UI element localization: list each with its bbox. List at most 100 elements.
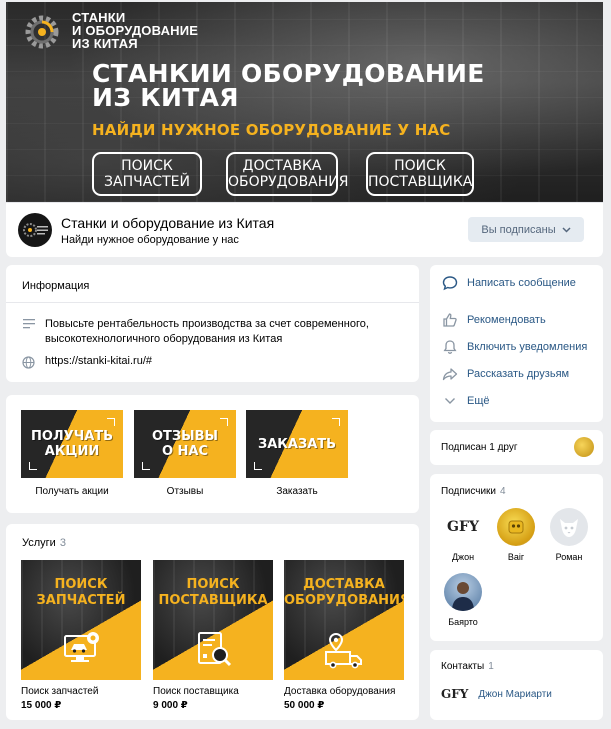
actions-card: Написать сообщение Рекомендовать Включит… <box>430 265 603 422</box>
info-card: Информация Повысьте рентабельность произ… <box>6 265 419 382</box>
services-title-text: Услуги <box>22 537 56 549</box>
promo-tile-text: ОТЗЫВЫ <box>151 429 218 444</box>
computer-car-icon <box>64 632 99 662</box>
chevron-down-icon <box>562 226 571 233</box>
divider <box>6 302 419 303</box>
robot-avatar-icon <box>508 520 524 534</box>
group-name: Станки и оборудование из Китая <box>61 215 275 231</box>
info-description: высокотехнологичного оборудования из Кит… <box>45 333 283 345</box>
subscribed-button-label: Вы подписаны <box>481 223 556 236</box>
subscriber-item[interactable]: Роман <box>547 508 591 562</box>
contacts-title-text: Контакты <box>441 661 485 672</box>
recommend-button[interactable]: Рекомендовать <box>441 311 546 329</box>
delivery-truck-icon <box>325 632 362 669</box>
subscriber-item[interactable]: GFY Джон <box>441 508 485 562</box>
cover-button-line: ПОИСК <box>121 158 173 174</box>
cover-button-supplier[interactable]: ПОИСК ПОСТАВЩИКА <box>366 152 474 196</box>
person-avatar-icon <box>452 582 474 611</box>
write-message-label: Написать сообщение <box>467 277 576 289</box>
cover-button-line: ПОСТАВЩИКА <box>368 174 473 190</box>
cover-title-line: ИЗ КИТАЯ <box>92 83 239 112</box>
subscriber-name: Баярто <box>448 617 478 627</box>
promo-tile-reviews[interactable]: ОТЗЫВЫ О НАС <box>134 410 236 478</box>
service-label-parts[interactable]: Поиск запчастей <box>21 686 98 697</box>
subscribers-count: 4 <box>500 486 506 497</box>
cover-button-line: ЗАПЧАСТЕЙ <box>104 174 190 190</box>
group-avatar-logo-icon <box>23 223 48 237</box>
service-price-delivery: 50 000 ₽ <box>284 700 325 711</box>
gear-logo-icon <box>25 15 59 49</box>
message-bubble-icon <box>442 276 458 291</box>
enable-notifications-label: Включить уведомления <box>467 341 588 353</box>
service-tile-delivery[interactable]: ДОСТАВКА ОБОРУДОВАНИЯ <box>284 560 404 680</box>
cover-title: СТАНКИИ ОБОРУДОВАНИЕ ИЗ КИТАЯ <box>92 61 485 112</box>
promo-label-get-offers[interactable]: Получать акции <box>21 486 123 497</box>
cover-button-line: ДОСТАВКА <box>242 158 322 174</box>
subscriber-item[interactable]: Baiг <box>494 508 538 562</box>
share-button[interactable]: Рассказать друзьям <box>441 365 569 383</box>
cover-button-line: ПОИСК <box>394 158 446 174</box>
promo-tile-text: АКЦИИ <box>44 444 100 459</box>
gfy-logo: GFY <box>447 519 479 535</box>
service-label-delivery[interactable]: Доставка оборудования <box>284 686 395 697</box>
group-status: Найди нужное оборудование у нас <box>61 234 239 246</box>
thumbs-up-icon <box>443 313 457 327</box>
promo-label-reviews[interactable]: Отзывы <box>134 486 236 497</box>
enable-notifications-button[interactable]: Включить уведомления <box>441 338 587 356</box>
info-description: Повысьте рентабельность производства за … <box>45 318 369 330</box>
info-title: Информация <box>22 280 90 292</box>
group-header: Станки и оборудование из Китая Найди нуж… <box>6 202 603 257</box>
avatar <box>444 573 482 611</box>
contacts-count: 1 <box>488 661 494 672</box>
subscribers-title-text: Подписчики <box>441 486 497 497</box>
cover-subtitle: НАЙДИ НУЖНОЕ ОБОРУДОВАНИЕ У НАС <box>92 121 451 139</box>
chevron-down-icon <box>445 398 455 404</box>
services-card: Услуги 3 ПОИСК ЗАПЧАСТЕЙ Поиск запчастей … <box>6 524 419 720</box>
subscriber-item[interactable]: Баярто <box>441 573 485 627</box>
service-price-parts: 15 000 ₽ <box>21 700 62 711</box>
service-tile-supplier[interactable]: ПОИСК ПОСТАВЩИКА <box>153 560 273 680</box>
contacts-card: Контакты 1 GFY Джон Мариарти <box>430 650 603 720</box>
cover-logo-line: ИЗ КИТАЯ <box>72 36 138 51</box>
service-tile-text: ПОСТАВЩИКА <box>158 593 268 608</box>
service-tile-parts[interactable]: ПОИСК ЗАПЧАСТЕЙ <box>21 560 141 680</box>
group-avatar[interactable] <box>18 213 52 247</box>
subscriber-name: Роман <box>555 552 583 562</box>
promo-tile-text: О НАС <box>161 444 209 459</box>
share-arrow-icon <box>442 368 458 381</box>
promo-tile-get-offers[interactable]: ПОЛУЧАТЬ АКЦИИ <box>21 410 123 478</box>
service-label-supplier[interactable]: Поиск поставщика <box>153 686 239 697</box>
cover-banner: СТАНКИ И ОБОРУДОВАНИЕ ИЗ КИТАЯ СТАНКИИ О… <box>6 2 603 202</box>
subscribed-friend-card[interactable]: Подписан 1 друг <box>430 430 603 465</box>
gfy-logo: GFY <box>441 687 469 701</box>
subscribed-friend-label: Подписан 1 друг <box>441 442 518 453</box>
promo-label-order[interactable]: Заказать <box>246 486 348 497</box>
contacts-title[interactable]: Контакты 1 <box>441 661 494 672</box>
avatar <box>497 508 535 546</box>
subscribed-button[interactable]: Вы подписаны <box>468 217 584 242</box>
promo-tile-text: ПОЛУЧАТЬ <box>30 429 114 444</box>
contact-item[interactable]: GFY Джон Мариарти <box>441 687 552 701</box>
promo-card: ПОЛУЧАТЬ АКЦИИ Получать акции ОТЗЫВЫ О Н… <box>6 395 419 513</box>
more-button[interactable]: Ещё <box>441 392 490 410</box>
service-tile-text: ПОИСК <box>54 577 108 592</box>
cover-button-parts[interactable]: ПОИСК ЗАПЧАСТЕЙ <box>92 152 202 196</box>
service-tile-text: ПОИСК <box>186 577 240 592</box>
write-message-button[interactable]: Написать сообщение <box>441 274 576 292</box>
services-count: 3 <box>59 537 66 549</box>
website-link[interactable]: https://stanki-kitai.ru/# <box>45 354 152 369</box>
subscriber-name: Джон <box>451 552 475 562</box>
subscribers-card: Подписчики 4 GFY Джон Baiг Роман Баярто <box>430 474 603 641</box>
friend-avatar[interactable] <box>574 437 594 457</box>
cover-button-line: ОБОРУДОВАНИЯ <box>228 174 349 190</box>
more-label: Ещё <box>467 395 490 407</box>
promo-tile-order[interactable]: ЗАКАЗАТЬ <box>246 410 348 478</box>
cover-button-delivery[interactable]: ДОСТАВКА ОБОРУДОВАНИЯ <box>226 152 349 196</box>
subscriber-name: Baiг <box>507 552 525 562</box>
subscribers-title[interactable]: Подписчики 4 <box>441 486 506 497</box>
avatar <box>550 508 588 546</box>
service-tile-text: ДОСТАВКА <box>303 577 385 592</box>
recommend-label: Рекомендовать <box>467 314 546 326</box>
promo-tile-text: ЗАКАЗАТЬ <box>257 436 337 452</box>
service-tile-text: ОБОРУДОВАНИЯ <box>284 593 404 608</box>
